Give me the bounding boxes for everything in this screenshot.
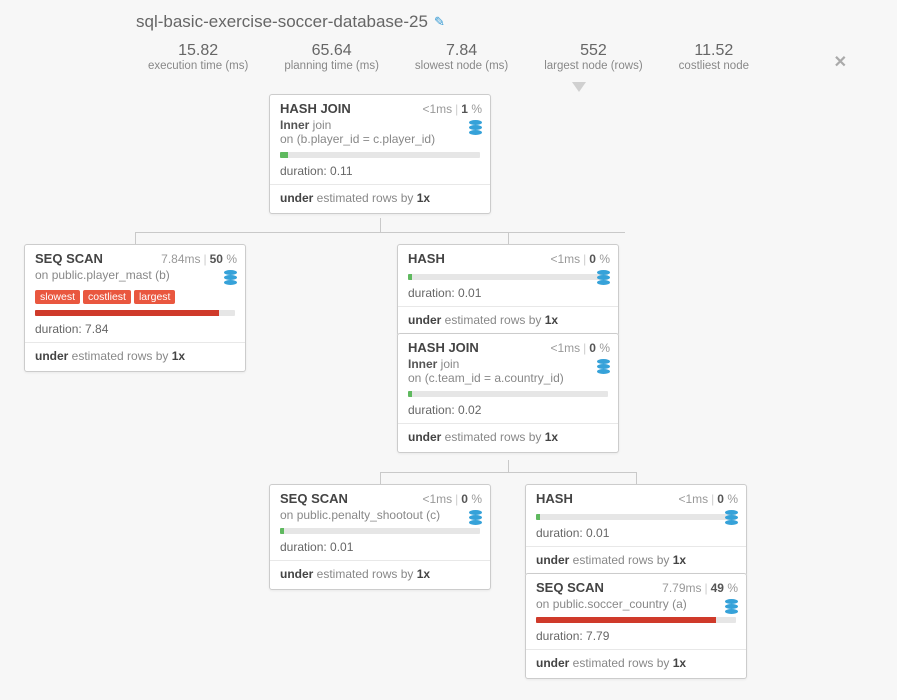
database-icon[interactable] xyxy=(469,120,482,134)
node-join-detail: Inner join on (c.team_id = a.country_id) xyxy=(398,357,618,391)
node-duration: duration: 7.84 xyxy=(25,320,245,343)
node-duration: duration: 7.79 xyxy=(526,627,746,650)
plan-tree: HASH JOIN <1ms|1 % Inner join on (b.play… xyxy=(20,90,877,660)
node-duration: duration: 0.01 xyxy=(526,524,746,547)
node-metrics: 7.84ms|50 % xyxy=(161,252,237,266)
node-estimate: under estimated rows by 1x xyxy=(270,561,490,589)
edit-title-icon[interactable]: ✎ xyxy=(434,14,445,30)
node-duration: duration: 0.01 xyxy=(398,284,618,307)
stat-exec-time: 15.82 execution time (ms) xyxy=(148,42,248,72)
node-duration: duration: 0.01 xyxy=(270,538,490,561)
node-duration: duration: 0.02 xyxy=(398,401,618,424)
node-type: HASH xyxy=(408,251,445,266)
plan-node-hash-2[interactable]: HASH <1ms|0 % duration: 0.01 under estim… xyxy=(525,484,747,576)
node-type: SEQ SCAN xyxy=(35,251,103,266)
node-join-detail: Inner join on (b.player_id = c.player_id… xyxy=(270,118,490,152)
stats-summary: 15.82 execution time (ms) 65.64 planning… xyxy=(20,42,877,72)
node-estimate: under estimated rows by 1x xyxy=(526,547,746,575)
stat-largest: 552 largest node (rows) xyxy=(544,42,642,72)
database-icon[interactable] xyxy=(597,359,610,373)
plan-node-hash-1[interactable]: HASH <1ms|0 % duration: 0.01 under estim… xyxy=(397,244,619,336)
plan-node-seqscan-soccer-country[interactable]: SEQ SCAN 7.79ms|49 % on public.soccer_co… xyxy=(525,573,747,679)
node-tags: slowest costliest largest xyxy=(25,288,245,310)
stat-plan-time: 65.64 planning time (ms) xyxy=(284,42,379,72)
node-metrics: <1ms|0 % xyxy=(550,252,610,266)
node-metrics: <1ms|0 % xyxy=(550,341,610,355)
plan-node-hash-join-2[interactable]: HASH JOIN <1ms|0 % Inner join on (c.team… xyxy=(397,333,619,453)
database-icon[interactable] xyxy=(725,599,738,613)
tag-slowest: slowest xyxy=(35,290,80,304)
node-table: on public.soccer_country (a) xyxy=(526,597,746,617)
node-estimate: under estimated rows by 1x xyxy=(526,650,746,678)
node-type: HASH JOIN xyxy=(280,101,351,116)
node-duration: duration: 0.11 xyxy=(270,162,490,185)
node-table: on public.penalty_shootout (c) xyxy=(270,508,490,528)
close-icon[interactable]: ✕ xyxy=(834,52,847,72)
node-estimate: under estimated rows by 1x xyxy=(398,307,618,335)
database-icon[interactable] xyxy=(725,510,738,524)
plan-node-hash-join-root[interactable]: HASH JOIN <1ms|1 % Inner join on (b.play… xyxy=(269,94,491,214)
tag-costliest: costliest xyxy=(83,290,131,304)
stat-costliest: 11.52 costliest node xyxy=(679,42,749,72)
node-metrics: <1ms|0 % xyxy=(422,492,482,506)
plan-node-seqscan-penalty[interactable]: SEQ SCAN <1ms|0 % on public.penalty_shoo… xyxy=(269,484,491,590)
node-type: SEQ SCAN xyxy=(280,491,348,506)
node-estimate: under estimated rows by 1x xyxy=(398,424,618,452)
page-title: sql-basic-exercise-soccer-database-25 xyxy=(136,12,428,32)
database-icon[interactable] xyxy=(597,270,610,284)
node-table: on public.player_mast (b) xyxy=(25,268,245,288)
node-estimate: under estimated rows by 1x xyxy=(270,185,490,213)
node-metrics: <1ms|1 % xyxy=(422,102,482,116)
plan-node-seqscan-player-mast[interactable]: SEQ SCAN 7.84ms|50 % on public.player_ma… xyxy=(24,244,246,372)
node-type: HASH JOIN xyxy=(408,340,479,355)
stat-slowest: 7.84 slowest node (ms) xyxy=(415,42,508,72)
database-icon[interactable] xyxy=(469,510,482,524)
node-type: SEQ SCAN xyxy=(536,580,604,595)
node-metrics: <1ms|0 % xyxy=(678,492,738,506)
node-estimate: under estimated rows by 1x xyxy=(25,343,245,371)
node-type: HASH xyxy=(536,491,573,506)
tag-largest: largest xyxy=(134,290,176,304)
root-arrow-icon xyxy=(572,82,586,92)
database-icon[interactable] xyxy=(224,270,237,284)
node-metrics: 7.79ms|49 % xyxy=(662,581,738,595)
